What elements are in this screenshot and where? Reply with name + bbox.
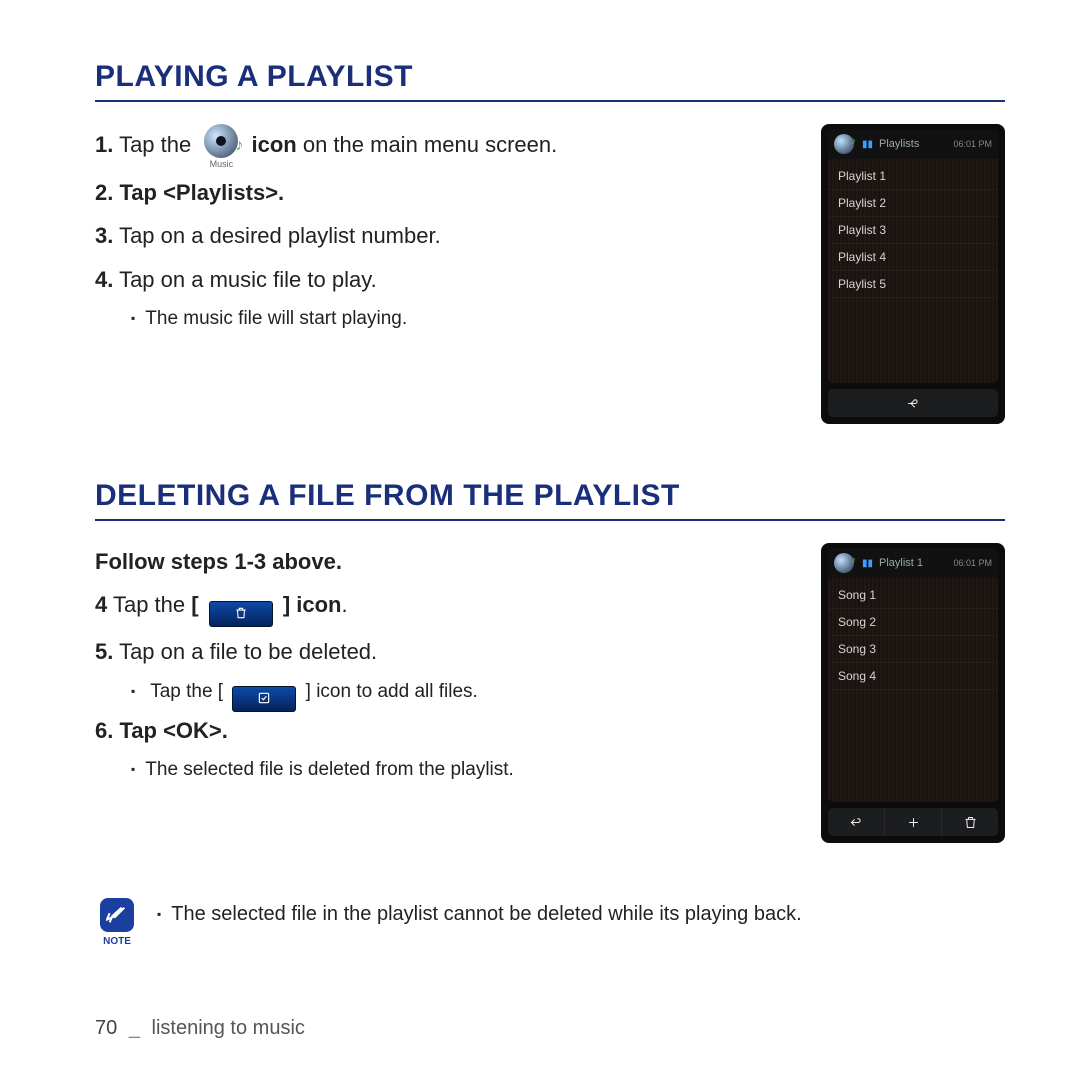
step-2: 2. Tap <Playlists>.: [95, 174, 791, 211]
step-2-num: 2.: [95, 180, 113, 205]
music-icon: [834, 553, 854, 573]
music-app-icon: ♪ Music: [201, 124, 241, 168]
back-icon: [828, 808, 885, 836]
page-number: 70: [95, 1017, 117, 1039]
device-list: Playlist 1 Playlist 2 Playlist 3 Playlis…: [828, 159, 998, 383]
check-icon: [232, 686, 296, 712]
step-1-text-a: Tap the: [113, 132, 191, 157]
step-d4-text-b: icon: [290, 592, 341, 617]
step-1: 1. Tap the ♪ Music icon on the main menu…: [95, 124, 791, 168]
step-1-num: 1.: [95, 132, 113, 157]
step-d6-bullet: The selected file is deleted from the pl…: [131, 755, 791, 785]
device-time: 06:01 PM: [953, 139, 992, 149]
device-statusbar: ▮▮ Playlist 1 06:01 PM: [828, 548, 998, 578]
step-4: 4. Tap on a music file to play.: [95, 261, 791, 298]
music-icon-label: Music: [201, 157, 241, 172]
note-badge: NOTE: [95, 898, 139, 947]
step-3-num: 3.: [95, 223, 113, 248]
list-item: Song 3: [828, 636, 998, 663]
step-2-text: Tap <Playlists>.: [113, 180, 284, 205]
music-icon: [834, 134, 854, 154]
step-d4-text-c: .: [342, 592, 348, 617]
list-item: Song 1: [828, 582, 998, 609]
note-icon: [100, 898, 134, 932]
step-1-text-c: on the main menu screen.: [297, 132, 557, 157]
trash-icon: [209, 601, 273, 627]
follow-steps: Follow steps 1-3 above.: [95, 543, 791, 580]
note-row: NOTE The selected file in the playlist c…: [95, 898, 1005, 947]
back-icon: [828, 389, 998, 417]
bullet5-b: ] icon to add all files.: [306, 681, 478, 702]
device-title: Playlist 1: [879, 557, 923, 569]
device-bottom-bar: [828, 389, 998, 417]
chapter-title: listening to music: [152, 1017, 305, 1039]
footer-sep: _: [129, 1017, 140, 1039]
device-list: Song 1 Song 2 Song 3 Song 4: [828, 578, 998, 802]
add-icon: [885, 808, 942, 836]
step-d6-text: Tap <OK>.: [113, 718, 228, 743]
bullet5-a: Tap the [: [150, 681, 223, 702]
list-item: Playlist 5: [828, 271, 998, 298]
step-d4-text-a: Tap the: [107, 592, 191, 617]
list-item: Playlist 3: [828, 217, 998, 244]
step-d5-num: 5.: [95, 639, 113, 664]
heading-deleting: DELETING A FILE FROM THE PLAYLIST: [95, 479, 1005, 521]
device-time: 06:01 PM: [953, 558, 992, 568]
step-d4-num: 4: [95, 592, 107, 617]
step-d4: 4 Tap the [ ] icon.: [95, 586, 791, 627]
list-item: Song 4: [828, 663, 998, 690]
bracket-open: [: [191, 592, 198, 617]
list-item: Playlist 4: [828, 244, 998, 271]
device-bottom-bar: [828, 808, 998, 836]
step-1-text-b: icon: [252, 132, 297, 157]
device-mock-playlists: ▮▮ Playlists 06:01 PM Playlist 1 Playlis…: [821, 124, 1005, 424]
step-4-text: Tap on a music file to play.: [113, 267, 376, 292]
section-playing: 1. Tap the ♪ Music icon on the main menu…: [95, 124, 1005, 424]
step-3-text: Tap on a desired playlist number.: [113, 223, 440, 248]
step-d5-text: Tap on a file to be deleted.: [113, 639, 377, 664]
heading-playing: PLAYING A PLAYLIST: [95, 60, 1005, 102]
section-deleting: Follow steps 1-3 above. 4 Tap the [ ] ic…: [95, 543, 1005, 843]
step-d5-bullet: Tap the [ ] icon to add all files.: [131, 677, 791, 712]
list-item: Playlist 2: [828, 190, 998, 217]
trash-icon: [942, 808, 998, 836]
device-title: Playlists: [879, 138, 919, 150]
step-d6: 6. Tap <OK>.: [95, 712, 791, 749]
step-d5: 5. Tap on a file to be deleted.: [95, 633, 791, 670]
step-4-bullet: The music file will start playing.: [131, 304, 791, 334]
list-item: Playlist 1: [828, 163, 998, 190]
step-d6-num: 6.: [95, 718, 113, 743]
steps-deleting: Follow steps 1-3 above. 4 Tap the [ ] ic…: [95, 543, 791, 843]
device-statusbar: ▮▮ Playlists 06:01 PM: [828, 129, 998, 159]
pause-icon: ▮▮: [862, 139, 873, 150]
page-footer: 70 _ listening to music: [95, 1017, 305, 1040]
steps-playing: 1. Tap the ♪ Music icon on the main menu…: [95, 124, 791, 424]
device-mock-songs: ▮▮ Playlist 1 06:01 PM Song 1 Song 2 Son…: [821, 543, 1005, 843]
step-3: 3. Tap on a desired playlist number.: [95, 217, 791, 254]
note-label: NOTE: [95, 936, 139, 947]
step-4-num: 4.: [95, 267, 113, 292]
list-item: Song 2: [828, 609, 998, 636]
pause-icon: ▮▮: [862, 558, 873, 569]
note-text: The selected file in the playlist cannot…: [157, 898, 802, 930]
